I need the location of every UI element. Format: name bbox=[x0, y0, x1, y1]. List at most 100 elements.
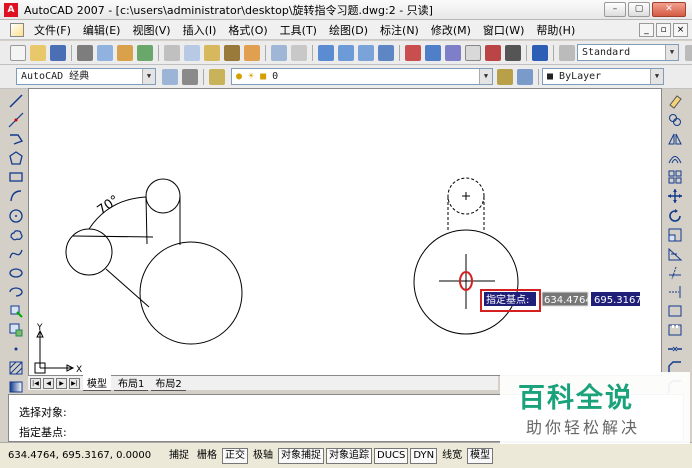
calculator-icon[interactable] bbox=[505, 44, 521, 61]
color-select[interactable]: ■ ByLayer ▼ bbox=[542, 68, 664, 85]
coord-y-input[interactable]: 695.3167 bbox=[594, 295, 642, 306]
otrack-toggle[interactable]: 对象追踪 bbox=[326, 447, 372, 464]
make-block-icon[interactable] bbox=[8, 322, 24, 338]
tab-next-button[interactable]: ▶ bbox=[56, 377, 67, 389]
tab-model[interactable]: 模型 bbox=[83, 375, 111, 391]
coord-x-input[interactable]: 634.4764 bbox=[544, 295, 592, 306]
redo-icon[interactable] bbox=[291, 44, 307, 61]
ortho-toggle[interactable]: 正交 bbox=[222, 447, 248, 464]
rotated-tangent-line-bottom[interactable] bbox=[105, 268, 150, 308]
menu-dimension[interactable]: 标注(N) bbox=[374, 22, 425, 38]
circle-icon[interactable] bbox=[8, 208, 24, 224]
stretch-icon[interactable] bbox=[667, 246, 683, 262]
doc-restore-button[interactable]: ▫ bbox=[656, 23, 671, 37]
tab-layout2[interactable]: 布局2 bbox=[151, 375, 186, 391]
construction-line-icon[interactable] bbox=[8, 112, 24, 128]
workspace-select[interactable]: AutoCAD 经典 ▼ bbox=[16, 68, 156, 85]
dyn-toggle[interactable]: DYN bbox=[410, 447, 438, 464]
break-at-point-icon[interactable] bbox=[667, 303, 683, 319]
menu-file[interactable]: 文件(F) bbox=[28, 22, 77, 38]
osnap-toggle[interactable]: 对象捕捉 bbox=[278, 447, 324, 464]
lineweight-toggle[interactable]: 线宽 bbox=[439, 448, 465, 464]
menu-format[interactable]: 格式(O) bbox=[222, 22, 273, 38]
rotated-tangent-line-top[interactable] bbox=[72, 235, 154, 238]
minimize-button[interactable]: – bbox=[604, 2, 626, 17]
markup-icon[interactable] bbox=[485, 44, 501, 61]
model-space-toggle[interactable]: 模型 bbox=[467, 447, 494, 464]
mirror-icon[interactable] bbox=[667, 131, 683, 147]
top-small-circle[interactable] bbox=[145, 178, 181, 214]
move-icon[interactable] bbox=[667, 188, 683, 204]
grid-toggle[interactable]: 栅格 bbox=[194, 448, 220, 464]
menu-tools[interactable]: 工具(T) bbox=[274, 22, 323, 38]
join-icon[interactable] bbox=[667, 341, 683, 357]
pan-icon[interactable] bbox=[318, 44, 334, 61]
open-icon[interactable] bbox=[30, 44, 46, 61]
menu-help[interactable]: 帮助(H) bbox=[530, 22, 581, 38]
zoom-previous-icon[interactable] bbox=[378, 44, 394, 61]
erase-icon[interactable] bbox=[667, 93, 683, 109]
maximize-button[interactable]: ▢ bbox=[628, 2, 650, 17]
my-workspace-icon[interactable] bbox=[182, 68, 198, 85]
sheet-set-icon[interactable] bbox=[465, 44, 481, 61]
rectangle-icon[interactable] bbox=[8, 169, 24, 185]
offset-icon[interactable] bbox=[667, 150, 683, 166]
tab-prev-button[interactable]: ◀ bbox=[43, 377, 54, 389]
dim-style-icon[interactable] bbox=[685, 44, 692, 61]
scale-icon[interactable] bbox=[667, 227, 683, 243]
extend-icon[interactable] bbox=[667, 284, 683, 300]
copy-icon[interactable] bbox=[184, 44, 200, 61]
doc-minimize-button[interactable]: _ bbox=[639, 23, 654, 37]
tab-layout1[interactable]: 布局1 bbox=[114, 375, 149, 391]
cut-icon[interactable] bbox=[164, 44, 180, 61]
coordinate-readout[interactable]: 634.4764, 695.3167, 0.0000 bbox=[8, 450, 166, 461]
menu-edit[interactable]: 编辑(E) bbox=[77, 22, 127, 38]
design-center-icon[interactable] bbox=[425, 44, 441, 61]
document-icon[interactable] bbox=[10, 22, 24, 37]
trim-icon[interactable] bbox=[667, 265, 683, 281]
array-icon[interactable] bbox=[667, 169, 683, 185]
undo-icon[interactable] bbox=[271, 44, 287, 61]
layer-select[interactable]: ● ☀ ■ 0 ▼ bbox=[231, 68, 493, 85]
polygon-icon[interactable] bbox=[8, 150, 24, 166]
break-icon[interactable] bbox=[667, 322, 683, 338]
3d-dwf-icon[interactable] bbox=[137, 44, 153, 61]
make-layer-current-icon[interactable] bbox=[497, 68, 513, 85]
layer-manager-icon[interactable] bbox=[209, 68, 225, 85]
paste-icon[interactable] bbox=[204, 44, 220, 61]
ducs-toggle[interactable]: DUCS bbox=[374, 447, 409, 464]
new-icon[interactable] bbox=[10, 44, 26, 61]
command-prompt[interactable]: 指定基点: bbox=[19, 424, 67, 440]
dimension-text[interactable]: 70° bbox=[95, 193, 122, 219]
copy-object-icon[interactable] bbox=[667, 112, 683, 128]
point-icon[interactable] bbox=[8, 341, 24, 357]
tab-first-button[interactable]: |◀ bbox=[30, 377, 41, 389]
doc-close-button[interactable]: × bbox=[673, 23, 688, 37]
large-circle-left[interactable] bbox=[139, 241, 243, 345]
help-icon[interactable] bbox=[532, 44, 548, 61]
menu-draw[interactable]: 绘图(D) bbox=[323, 22, 374, 38]
menu-modify[interactable]: 修改(M) bbox=[425, 22, 477, 38]
line-icon[interactable] bbox=[8, 93, 24, 109]
text-style-select[interactable]: Standard ▼ bbox=[577, 44, 679, 61]
block-editor-icon[interactable] bbox=[244, 44, 260, 61]
tab-last-button[interactable]: ▶| bbox=[69, 377, 80, 389]
publish-icon[interactable] bbox=[117, 44, 133, 61]
workspace-settings-icon[interactable] bbox=[162, 68, 178, 85]
drawing-canvas[interactable]: 70° Y X 指定基点: 634.4764 695.3167 bbox=[28, 88, 662, 376]
zoom-window-icon[interactable] bbox=[358, 44, 374, 61]
properties-icon[interactable] bbox=[405, 44, 421, 61]
save-icon[interactable] bbox=[50, 44, 66, 61]
menu-window[interactable]: 窗口(W) bbox=[477, 22, 530, 38]
ellipse-arc-icon[interactable] bbox=[8, 284, 24, 300]
spline-icon[interactable] bbox=[8, 246, 24, 262]
ellipse-icon[interactable] bbox=[8, 265, 24, 281]
insert-block-icon[interactable] bbox=[8, 303, 24, 319]
rotate-icon[interactable] bbox=[667, 208, 683, 224]
tool-palettes-icon[interactable] bbox=[445, 44, 461, 61]
zoom-realtime-icon[interactable] bbox=[338, 44, 354, 61]
polar-toggle[interactable]: 极轴 bbox=[250, 448, 276, 464]
menu-view[interactable]: 视图(V) bbox=[126, 22, 176, 38]
revision-cloud-icon[interactable] bbox=[8, 227, 24, 243]
arc-icon[interactable] bbox=[8, 188, 24, 204]
